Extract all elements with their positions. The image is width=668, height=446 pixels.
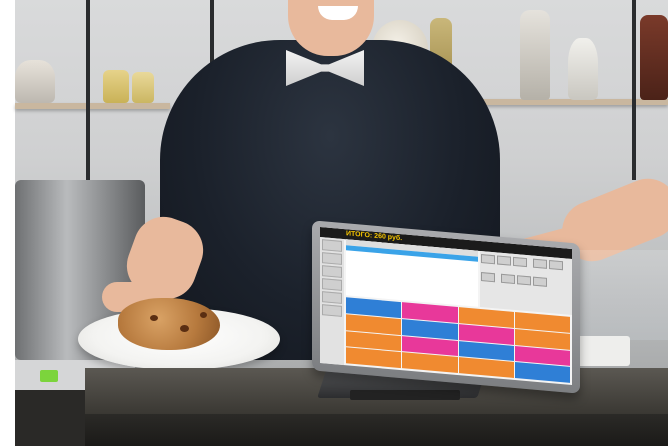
- pos-side-button[interactable]: [322, 291, 342, 304]
- pos-screen: ИТОГО: 260 руб.: [320, 226, 572, 386]
- pos-side-panel: [320, 236, 344, 366]
- pos-key[interactable]: [501, 273, 516, 285]
- pos-side-button[interactable]: [322, 304, 342, 317]
- shelf-bottle: [640, 15, 668, 100]
- back-shelf-right: [465, 99, 668, 105]
- cookie: [118, 298, 220, 350]
- cookie-chocolate-chip: [180, 325, 189, 332]
- pos-key[interactable]: [517, 275, 532, 286]
- pos-side-button[interactable]: [322, 252, 342, 265]
- pos-terminal: ИТОГО: 260 руб.: [312, 220, 580, 394]
- shelf-post-left: [86, 0, 90, 180]
- pos-key[interactable]: [481, 254, 495, 265]
- pos-key[interactable]: [533, 276, 548, 287]
- cookie-chocolate-chip: [200, 312, 207, 318]
- coffee-machine-display: [40, 370, 58, 382]
- shelf-post-right: [632, 0, 636, 180]
- photo-left-border: [0, 0, 15, 446]
- counter-front: [85, 414, 668, 446]
- pos-side-button[interactable]: [322, 278, 342, 291]
- shelf-bowl: [15, 60, 55, 103]
- pos-key[interactable]: [481, 272, 495, 283]
- shelf-figurine: [568, 38, 598, 100]
- pos-key[interactable]: [549, 260, 564, 271]
- pos-stand-foot: [350, 390, 460, 400]
- cookie-chocolate-chip: [150, 315, 158, 321]
- pos-side-button[interactable]: [322, 265, 342, 278]
- photo-scene: ИТОГО: 260 руб.: [0, 0, 668, 446]
- shelf-bottle: [520, 10, 550, 100]
- pos-side-button[interactable]: [322, 239, 342, 252]
- shelf-jar: [103, 70, 129, 103]
- pos-key[interactable]: [533, 258, 548, 269]
- back-shelf-left: [15, 103, 170, 109]
- counter-left-dark: [15, 390, 85, 446]
- pos-order-list: [346, 239, 478, 307]
- pos-keypad: [480, 250, 572, 316]
- pos-key[interactable]: [513, 256, 527, 268]
- pos-key[interactable]: [497, 255, 511, 266]
- shelf-jar: [132, 72, 154, 103]
